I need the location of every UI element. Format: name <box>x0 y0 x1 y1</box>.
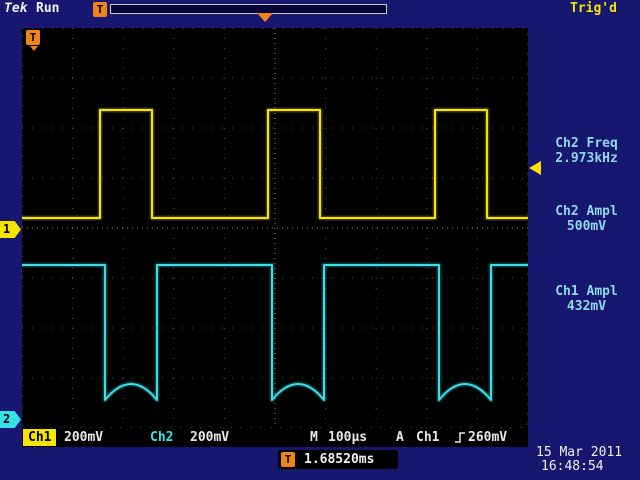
trigger-delay-value: 1.68520ms <box>304 452 374 467</box>
measurement-label: Ch2 Ampl <box>533 204 640 219</box>
ch2-label: Ch2 <box>150 430 173 445</box>
main-timebase-label: M <box>310 430 318 445</box>
measurement-value: 432mV <box>533 299 640 314</box>
trigger-source: Ch1 <box>416 430 439 445</box>
ch1-volts-per-div: 200mV <box>64 430 103 445</box>
ch1-label-badge: Ch1 <box>23 429 56 446</box>
ch2-volts-per-div: 200mV <box>190 430 229 445</box>
measurement-ch2-ampl: Ch2 Ampl 500mV <box>533 204 640 234</box>
trigger-status: Trig'd <box>570 1 617 16</box>
measurement-label: Ch2 Freq <box>533 136 640 151</box>
measurement-ch1-ampl: Ch1 Ampl 432mV <box>533 284 640 314</box>
record-view-bar <box>110 4 387 14</box>
time-display: 16:48:54 <box>541 459 604 474</box>
measurement-value: 500mV <box>533 219 640 234</box>
trigger-point-icon: T <box>26 30 40 45</box>
trigger-point-arrow-icon <box>30 46 38 51</box>
trigger-delay-readout: T 1.68520ms <box>278 450 398 469</box>
grid-lines <box>22 28 528 428</box>
measurement-label: Ch1 Ampl <box>533 284 640 299</box>
rising-edge-icon <box>454 431 466 448</box>
trigger-delay-icon: T <box>281 452 295 467</box>
timebase-value: 100µs <box>328 430 367 445</box>
horizontal-trigger-position-icon <box>257 13 273 22</box>
ch2-trace <box>22 265 528 400</box>
measurement-ch2-freq: Ch2 Freq 2.973kHz <box>533 136 640 166</box>
trigger-level-value: 260mV <box>468 430 507 445</box>
ch2-trace-glow <box>22 265 528 400</box>
trigger-position-icon: T <box>93 2 107 17</box>
acquisition-status: Run <box>36 1 59 16</box>
measurement-value: 2.973kHz <box>533 151 640 166</box>
ch1-ground-marker: 1 <box>0 221 21 238</box>
waveform-display <box>22 28 528 428</box>
tek-logo: Tek <box>4 1 27 16</box>
status-bar: Ch1 200mV Ch2 200mV M 100µs A Ch1 260mV <box>22 428 528 447</box>
graticule: T <box>22 28 528 428</box>
ch2-ground-marker: 2 <box>0 411 21 428</box>
trigger-type: A <box>396 430 404 445</box>
oscilloscope-screen: Tek Run T Trig'd T 1 2 Ch2 Freq 2.973kHz… <box>0 0 640 480</box>
date-display: 15 Mar 2011 <box>536 445 622 460</box>
